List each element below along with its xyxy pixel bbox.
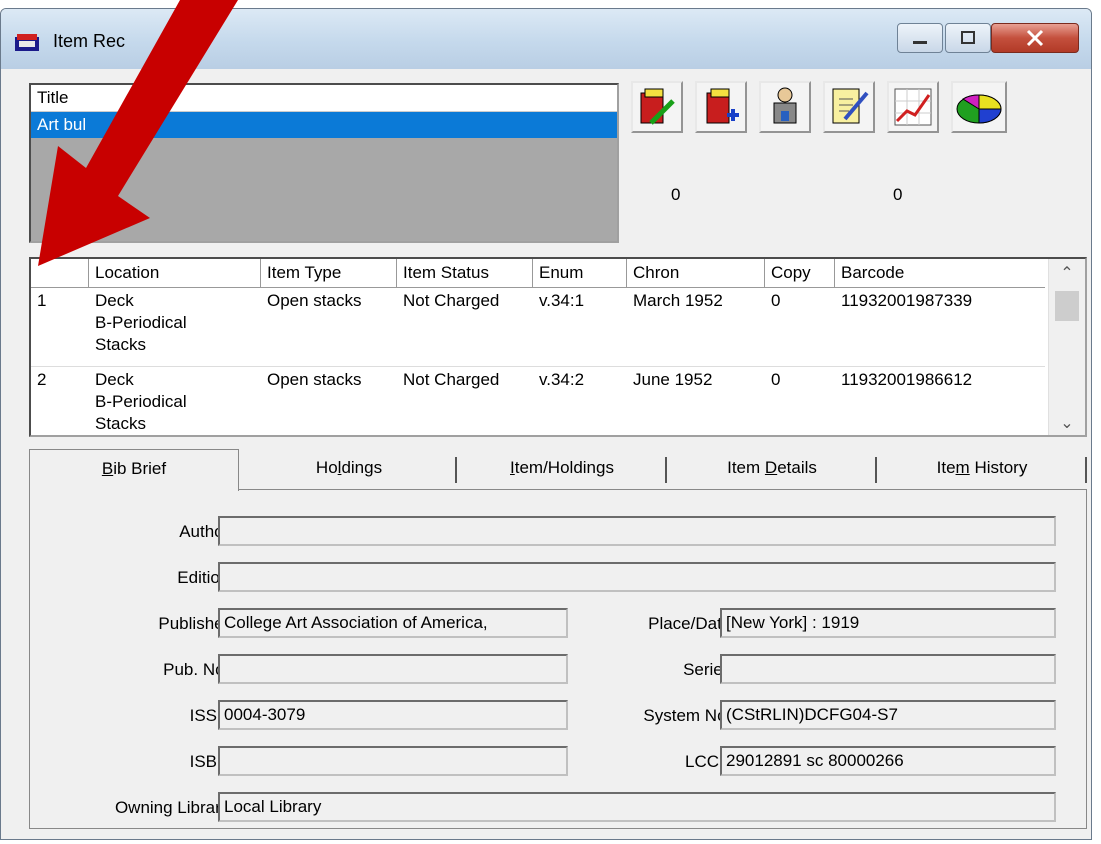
tab-label-post: dings (341, 458, 383, 477)
cell-enum: v.34:1 (539, 291, 585, 310)
tab-label-pre: Ho (315, 458, 338, 477)
maximize-icon (961, 31, 975, 44)
system-no-field[interactable]: (CStRLIN)DCFG04-S7 (720, 700, 1056, 730)
maximize-button[interactable] (945, 23, 991, 53)
owning-library-field[interactable]: Local Library (218, 792, 1056, 822)
title-list-header: Title (31, 85, 617, 112)
series-field[interactable] (720, 654, 1056, 684)
issn-field[interactable]: 0004-3079 (218, 700, 568, 730)
app-icon (15, 34, 39, 51)
cell-barcode: 11932001987339 (841, 291, 973, 310)
scroll-up-icon[interactable]: ⌃ (1049, 263, 1085, 283)
tab-label-post: tem/Holdings (514, 458, 614, 477)
repair-item-icon (640, 88, 675, 125)
cell-chron: June 1952 (633, 370, 713, 389)
window-title: Item Rec (53, 31, 126, 51)
scroll-thumb[interactable] (1055, 291, 1079, 321)
vertical-scrollbar[interactable]: ⌃ ⌄ (1048, 259, 1085, 435)
pie-chart-button[interactable] (951, 81, 1007, 133)
tab-bib-brief[interactable]: Bib Brief (29, 449, 239, 491)
minimize-button[interactable] (897, 23, 943, 53)
col-header-chron[interactable]: Chron (627, 259, 765, 287)
row-number: 2 (37, 370, 47, 389)
tab-label-pre: Item (727, 458, 765, 477)
item-record-window: Item Rec Title Art bul 0 0 Location Item… (0, 8, 1092, 840)
col-header-item-type[interactable]: Item Type (261, 259, 397, 287)
isbn-field[interactable] (218, 746, 568, 776)
edition-field[interactable] (218, 562, 1056, 592)
scroll-down-icon[interactable]: ⌄ (1049, 413, 1085, 433)
grid-header: Location Item Type Item Status Enum Chro… (31, 259, 1045, 288)
chart-icon (894, 88, 932, 126)
count-left: 0 (671, 185, 681, 204)
tab-label-post: ib Brief (113, 459, 167, 478)
tab-label-post: etails (777, 458, 817, 477)
table-row[interactable]: 2 Deck B-Periodical Stacks Open stacks N… (31, 367, 1045, 435)
owning-library-label: Owning Library: (114, 798, 234, 817)
cell-location: Deck B-Periodical Stacks (95, 291, 187, 354)
chart-button[interactable] (887, 81, 939, 133)
title-list-item[interactable]: Art bul (31, 112, 617, 138)
items-grid[interactable]: Location Item Type Item Status Enum Chro… (29, 257, 1087, 437)
patron-button[interactable] (759, 81, 811, 133)
tab-item-history[interactable]: Item History (877, 449, 1087, 487)
col-header-barcode[interactable]: Barcode (835, 259, 1045, 287)
cell-item-status: Not Charged (403, 370, 500, 389)
tab-label-pre: Ite (936, 458, 956, 477)
place-date-field[interactable]: [New York] : 1919 (720, 608, 1056, 638)
col-header-location[interactable]: Location (89, 259, 261, 287)
notes-button[interactable] (823, 81, 875, 133)
table-row[interactable]: 1 Deck B-Periodical Stacks Open stacks N… (31, 288, 1045, 367)
title-bar[interactable]: Item Rec (1, 9, 1091, 69)
tab-separator (1085, 457, 1087, 483)
patron-icon (773, 87, 797, 124)
add-item-button[interactable] (695, 81, 747, 133)
col-header-num[interactable] (31, 259, 89, 287)
lccn-field[interactable]: 29012891 sc 80000266 (720, 746, 1056, 776)
cell-item-type: Open stacks (267, 370, 362, 389)
cell-enum: v.34:2 (539, 370, 585, 389)
bib-brief-panel: Author: Edition: Publisher: College Art … (29, 489, 1087, 829)
cell-item-status: Not Charged (403, 291, 500, 310)
tab-label-accel: B (101, 459, 114, 478)
tab-item-holdings[interactable]: Item/Holdings (457, 449, 667, 487)
tab-label-post: History (969, 458, 1028, 477)
cell-copy: 0 (771, 291, 781, 310)
notes-icon (832, 88, 869, 124)
publisher-field[interactable]: College Art Association of America, (218, 608, 568, 638)
pub-no-field[interactable] (218, 654, 568, 684)
repair-item-button[interactable] (631, 81, 683, 133)
cell-copy: 0 (771, 370, 781, 389)
count-right: 0 (893, 185, 903, 204)
minimize-icon (913, 41, 927, 44)
col-header-enum[interactable]: Enum (533, 259, 627, 287)
tab-label-accel: D (764, 458, 778, 477)
col-header-copy[interactable]: Copy (765, 259, 835, 287)
author-field[interactable] (218, 516, 1056, 546)
col-header-item-status[interactable]: Item Status (397, 259, 533, 287)
close-button[interactable] (991, 23, 1079, 53)
title-list[interactable]: Title Art bul (29, 83, 619, 243)
cell-barcode: 11932001986612 (841, 370, 973, 389)
tab-item-details[interactable]: Item Details (667, 449, 877, 487)
tab-label-accel: m (955, 458, 970, 477)
pie-chart-icon (956, 94, 1002, 124)
add-item-icon (706, 88, 739, 124)
cell-location: Deck B-Periodical Stacks (95, 370, 187, 433)
close-icon (1026, 29, 1044, 47)
row-number: 1 (37, 291, 47, 310)
client-area: Title Art bul 0 0 Location Item Type Ite… (9, 69, 1087, 839)
cell-item-type: Open stacks (267, 291, 362, 310)
cell-chron: March 1952 (633, 291, 723, 310)
tab-holdings[interactable]: Holdings (241, 449, 457, 487)
